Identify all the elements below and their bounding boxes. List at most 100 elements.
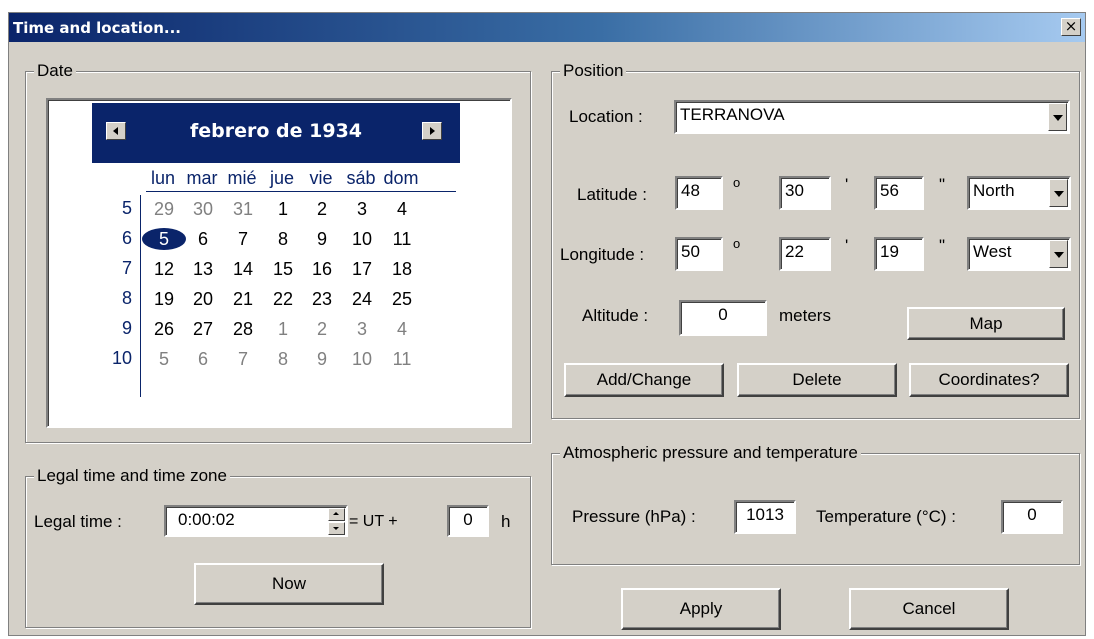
latitude-hemisphere-dropdown[interactable]: North [967, 176, 1071, 210]
calendar-day[interactable]: 31 [225, 198, 261, 220]
temperature-field[interactable]: 0 [1001, 500, 1063, 534]
calendar-day[interactable]: 30 [185, 198, 221, 220]
minute-symbol: ' [845, 175, 849, 194]
calendar-day[interactable]: 2 [304, 198, 340, 220]
calendar-day-selected[interactable]: 5 [142, 228, 186, 250]
latitude-seconds-field[interactable]: 56 [874, 176, 924, 210]
week-number: 8 [121, 288, 132, 308]
calendar-day[interactable]: 16 [304, 258, 340, 280]
hours-unit-label: h [501, 512, 511, 531]
temperature-label: Temperature (°C) : [816, 507, 957, 526]
calendar-day-label: 5 [158, 229, 169, 249]
title-bar[interactable]: Time and location... × [9, 13, 1085, 42]
legal-time-label: Legal time : [34, 512, 122, 531]
day-name-dom: dom [383, 168, 419, 188]
calendar-day[interactable]: 29 [146, 198, 182, 220]
longitude-hemisphere-button[interactable] [1049, 240, 1068, 268]
calendar-day[interactable]: 1 [265, 318, 301, 340]
altitude-field[interactable]: 0 [679, 300, 767, 336]
spin-down-button[interactable] [328, 522, 345, 535]
calendar-day[interactable]: 4 [384, 198, 420, 220]
calendar-day[interactable]: 12 [146, 258, 182, 280]
calendar-day[interactable]: 28 [225, 318, 261, 340]
utc-offset-field[interactable]: 0 [447, 505, 489, 537]
calendar-day[interactable]: 15 [265, 258, 301, 280]
calendar-day[interactable]: 26 [146, 318, 182, 340]
calendar-day[interactable]: 11 [384, 228, 420, 250]
pressure-label: Pressure (hPa) : [572, 507, 696, 526]
longitude-label: Longitude : [560, 245, 645, 264]
latitude-minutes-field[interactable]: 30 [779, 176, 831, 210]
calendar-day[interactable]: 22 [265, 288, 301, 310]
calendar-day[interactable]: 23 [304, 288, 340, 310]
chevron-down-icon [1054, 191, 1064, 197]
close-button[interactable]: × [1061, 18, 1081, 36]
location-dropdown-button[interactable] [1048, 103, 1067, 131]
calendar-day[interactable]: 10 [344, 348, 380, 370]
week-number: 9 [121, 318, 132, 338]
calendar-day[interactable]: 13 [185, 258, 221, 280]
now-button[interactable]: Now [194, 563, 384, 605]
calendar-day[interactable]: 24 [344, 288, 380, 310]
next-month-button[interactable] [422, 122, 442, 140]
longitude-seconds-field[interactable]: 19 [874, 237, 924, 271]
ut-label: = UT + [349, 513, 398, 530]
calendar-day[interactable]: 19 [146, 288, 182, 310]
calendar-day[interactable]: 18 [384, 258, 420, 280]
legal-time-value: 0:00:02 [178, 510, 235, 529]
calendar-day[interactable]: 27 [185, 318, 221, 340]
calendar-day[interactable]: 21 [225, 288, 261, 310]
cancel-button[interactable]: Cancel [849, 588, 1009, 630]
longitude-hemisphere-dropdown[interactable]: West [967, 237, 1071, 271]
delete-button[interactable]: Delete [737, 363, 897, 397]
calendar-day[interactable]: 3 [344, 198, 380, 220]
spin-up-button[interactable] [328, 508, 345, 521]
calendar-day[interactable]: 8 [265, 228, 301, 250]
calendar[interactable]: febrero de 1934 lun mar mié jue vie sáb dom 52… [46, 98, 512, 428]
legal-time-field[interactable]: 0:00:02 [164, 505, 348, 537]
location-dropdown[interactable]: TERRANOVA [674, 100, 1070, 134]
legal-time-group: Legal time and time zone [25, 466, 531, 628]
calendar-day[interactable]: 7 [225, 228, 261, 250]
time-spinner[interactable] [328, 508, 345, 535]
map-button[interactable]: Map [907, 307, 1065, 340]
coordinates-button[interactable]: Coordinates? [909, 363, 1069, 397]
degree-symbol: o [733, 175, 741, 190]
calendar-day[interactable]: 11 [384, 348, 420, 370]
calendar-day[interactable]: 17 [344, 258, 380, 280]
calendar-day[interactable]: 4 [384, 318, 420, 340]
window-title: Time and location... [13, 19, 182, 37]
week-number: 7 [121, 258, 132, 278]
pressure-field[interactable]: 1013 [734, 500, 796, 534]
position-legend: Position [560, 61, 627, 81]
day-header-divider [146, 191, 456, 192]
calendar-day[interactable]: 20 [185, 288, 221, 310]
arrow-right-icon [430, 127, 435, 135]
calendar-day[interactable]: 14 [225, 258, 261, 280]
atmosphere-legend: Atmospheric pressure and temperature [560, 443, 861, 463]
week-number: 5 [121, 198, 132, 218]
calendar-day[interactable]: 7 [225, 348, 261, 370]
calendar-day[interactable]: 9 [304, 348, 340, 370]
degree-symbol: o [733, 236, 741, 251]
calendar-day[interactable]: 5 [146, 348, 182, 370]
calendar-day[interactable]: 2 [304, 318, 340, 340]
longitude-minutes-field[interactable]: 22 [779, 237, 831, 271]
apply-button[interactable]: Apply [621, 588, 781, 630]
calendar-day[interactable]: 6 [185, 228, 221, 250]
week-number: 10 [111, 348, 132, 368]
add-change-button[interactable]: Add/Change [564, 363, 724, 397]
latitude-degrees-field[interactable]: 48 [675, 176, 723, 210]
calendar-day[interactable]: 6 [185, 348, 221, 370]
calendar-month-title[interactable]: febrero de 1934 [92, 120, 460, 142]
calendar-day[interactable]: 9 [304, 228, 340, 250]
calendar-day[interactable]: 25 [384, 288, 420, 310]
longitude-degrees-field[interactable]: 50 [675, 237, 723, 271]
latitude-hemisphere-button[interactable] [1049, 179, 1068, 207]
minute-symbol: ' [845, 236, 849, 255]
calendar-day[interactable]: 3 [344, 318, 380, 340]
altitude-unit-label: meters [779, 306, 831, 325]
calendar-day[interactable]: 1 [265, 198, 301, 220]
calendar-day[interactable]: 8 [265, 348, 301, 370]
calendar-day[interactable]: 10 [344, 228, 380, 250]
